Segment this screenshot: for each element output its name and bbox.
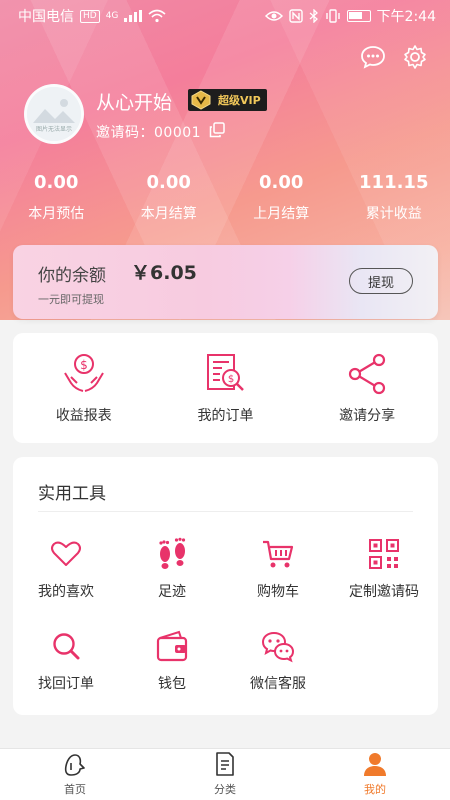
clock: 下午2:44 bbox=[376, 9, 436, 25]
tools-title: 实用工具 bbox=[38, 484, 106, 504]
balance-amount: ￥6.05 bbox=[131, 262, 197, 284]
quick-action-earnings-report[interactable]: $ 收益报表 bbox=[13, 333, 155, 443]
stat-value: 0.00 bbox=[146, 172, 191, 193]
stat-value: 0.00 bbox=[34, 172, 79, 193]
svg-text:$: $ bbox=[228, 374, 234, 385]
vibrate-icon bbox=[325, 9, 340, 23]
quick-action-label: 我的订单 bbox=[197, 408, 254, 424]
invite-code: 邀请码：00001 bbox=[96, 125, 202, 141]
network-type: 4G bbox=[105, 11, 119, 21]
category-icon bbox=[216, 752, 234, 776]
tool-footprints[interactable]: 足迹 bbox=[119, 537, 225, 601]
tool-custom-invite-code[interactable]: 定制邀请码 bbox=[331, 537, 437, 601]
tab-mine[interactable]: 我的 bbox=[300, 749, 450, 800]
battery-icon bbox=[346, 10, 371, 22]
vip-label: 超级VIP bbox=[218, 94, 261, 107]
stat-value: 0.00 bbox=[259, 172, 304, 193]
balance-note: 一元即可提现 bbox=[38, 293, 104, 306]
stat-this-month-settled[interactable]: 0.00 本月结算 bbox=[113, 172, 226, 223]
orders-icon: $ bbox=[207, 354, 245, 391]
quick-action-my-orders[interactable]: $ 我的订单 bbox=[155, 333, 297, 443]
tool-favorites[interactable]: 我的喜欢 bbox=[13, 537, 119, 601]
nfc-icon bbox=[288, 9, 303, 23]
earnings-report-icon: $ bbox=[63, 354, 104, 392]
profile-icon bbox=[363, 753, 386, 776]
home-icon bbox=[64, 754, 85, 776]
tool-cart[interactable]: 购物车 bbox=[225, 537, 331, 601]
footprint-icon bbox=[159, 537, 186, 569]
tool-label: 购物车 bbox=[257, 584, 299, 600]
quick-action-label: 收益报表 bbox=[55, 408, 112, 424]
stat-label: 累计收益 bbox=[365, 206, 422, 222]
stat-label: 上月结算 bbox=[253, 206, 310, 222]
share-icon bbox=[348, 353, 386, 395]
vip-crown-icon bbox=[191, 90, 211, 110]
divider bbox=[38, 511, 413, 512]
settings-icon[interactable] bbox=[402, 44, 428, 70]
tool-label: 定制邀请码 bbox=[349, 584, 419, 600]
stat-value: 111.15 bbox=[359, 172, 429, 193]
tool-label: 我的喜欢 bbox=[38, 584, 94, 600]
stat-total-earnings[interactable]: 111.15 累计收益 bbox=[338, 172, 450, 223]
bluetooth-icon bbox=[309, 9, 318, 23]
quick-action-invite-share[interactable]: 邀请分享 bbox=[296, 333, 438, 443]
tool-label: 钱包 bbox=[158, 676, 186, 692]
tool-label: 微信客服 bbox=[250, 676, 306, 692]
tab-label: 首页 bbox=[63, 783, 86, 796]
stat-last-month-settled[interactable]: 0.00 上月结算 bbox=[225, 172, 338, 223]
qrcode-icon bbox=[369, 539, 399, 569]
tool-wechat-support[interactable]: 微信客服 bbox=[225, 629, 331, 693]
earnings-stats: 0.00 本月预估 0.00 本月结算 0.00 上月结算 111.15 累计收… bbox=[0, 172, 450, 223]
vip-badge: 超级VIP bbox=[188, 89, 267, 111]
cart-icon bbox=[263, 540, 294, 568]
copy-icon[interactable] bbox=[209, 122, 225, 138]
stat-this-month-estimate[interactable]: 0.00 本月预估 bbox=[0, 172, 113, 223]
tool-recover-order[interactable]: 找回订单 bbox=[13, 629, 119, 693]
eye-icon bbox=[264, 11, 283, 21]
quick-action-label: 邀请分享 bbox=[339, 408, 396, 424]
wifi-icon bbox=[148, 9, 166, 23]
tool-label: 足迹 bbox=[158, 584, 186, 600]
search-icon bbox=[53, 633, 80, 660]
carrier-name: 中国电信 bbox=[18, 9, 74, 25]
balance-card: 你的余额 ￥6.05 一元即可提现 提现 bbox=[13, 245, 438, 319]
tab-label: 我的 bbox=[363, 783, 386, 796]
username: 从心开始 bbox=[96, 92, 173, 114]
status-bar: 中国电信 HD 4G 下午2:44 bbox=[0, 0, 450, 32]
balance-label: 你的余额 bbox=[38, 266, 106, 286]
quick-actions-card: $ 收益报表 $ 我的订单 邀请分享 bbox=[13, 333, 438, 443]
wechat-icon bbox=[261, 631, 295, 663]
stat-label: 本月预估 bbox=[28, 206, 85, 222]
avatar-caption: 图片无法显示 bbox=[35, 126, 72, 133]
avatar[interactable]: 图片无法显示 bbox=[24, 84, 84, 144]
tools-card: 实用工具 我的喜欢 足迹 购物车 定制邀请码 找回订单 钱包 微信客服 bbox=[13, 457, 438, 715]
svg-text:$: $ bbox=[80, 358, 88, 372]
heart-icon bbox=[51, 541, 81, 566]
tab-label: 分类 bbox=[213, 783, 236, 796]
tool-label: 找回订单 bbox=[38, 676, 94, 692]
tab-category[interactable]: 分类 bbox=[150, 749, 300, 800]
signal-icon bbox=[124, 10, 143, 22]
tool-wallet[interactable]: 钱包 bbox=[119, 629, 225, 693]
tab-home[interactable]: 首页 bbox=[0, 749, 150, 800]
bottom-tab-bar: 首页 分类 我的 bbox=[0, 748, 450, 800]
hd-badge: HD bbox=[80, 9, 100, 23]
message-icon[interactable] bbox=[360, 44, 386, 70]
stat-label: 本月结算 bbox=[140, 206, 197, 222]
wallet-icon bbox=[156, 630, 188, 662]
withdraw-button[interactable]: 提现 bbox=[349, 268, 413, 294]
